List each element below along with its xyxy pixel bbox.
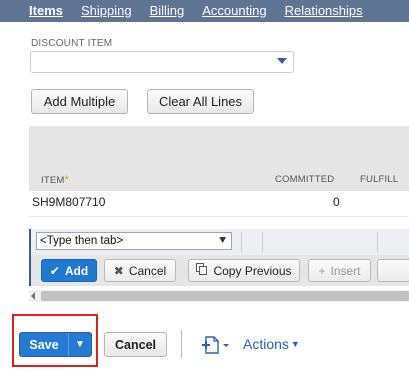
save-dropdown-caret-icon[interactable]: ▼ <box>69 333 91 356</box>
item-entry-select[interactable]: <Type then tab> ⯆ <box>36 232 232 250</box>
edit-row-divider <box>241 232 242 252</box>
cancel-line-button[interactable]: ✖ Cancel <box>104 259 176 282</box>
copy-icon <box>196 263 208 278</box>
chevron-down-icon: ▼ <box>290 339 300 349</box>
insert-line-button[interactable]: + Insert <box>308 259 371 282</box>
add-line-label: Add <box>64 263 89 278</box>
subtab-bar: Items Shipping Billing Accounting Relati… <box>0 0 409 22</box>
close-icon: ✖ <box>113 263 124 278</box>
cell-item[interactable]: SH9M807710 <box>32 195 105 209</box>
add-multiple-button[interactable]: Add Multiple <box>31 89 128 114</box>
dropdown-caret-icon[interactable] <box>277 58 287 64</box>
column-header-item-label: ITEM <box>41 175 65 186</box>
horizontal-scrollbar[interactable] <box>29 290 409 302</box>
double-chevron-down-icon[interactable]: ⯆ <box>218 234 227 248</box>
discount-item-label: DISCOUNT ITEM <box>31 38 113 49</box>
new-record-button[interactable] <box>200 335 232 355</box>
insert-line-label: Insert <box>330 263 361 278</box>
checkmark-icon: ✔ <box>49 263 60 278</box>
table-row[interactable]: SH9M807710 0 <box>29 191 409 217</box>
edit-row-divider <box>377 232 378 252</box>
clear-all-lines-button[interactable]: Clear All Lines <box>147 89 254 114</box>
tab-billing[interactable]: Billing <box>150 0 185 22</box>
actions-menu[interactable]: Actions ▼ <box>243 336 300 352</box>
save-button[interactable]: Save ▼ <box>19 332 92 357</box>
column-header-committed[interactable]: COMMITTED <box>275 174 334 185</box>
tab-items[interactable]: Items <box>29 0 63 22</box>
scrollbar-thumb[interactable] <box>41 291 409 301</box>
column-header-item[interactable]: ITEM* <box>41 174 69 186</box>
tab-accounting[interactable]: Accounting <box>202 0 266 22</box>
column-header-fulfilled[interactable]: FULFILL <box>360 174 398 185</box>
more-actions-button[interactable] <box>377 259 409 282</box>
sublist-header: ITEM* COMMITTED FULFILL <box>29 126 409 191</box>
tab-relationships[interactable]: Relationships <box>285 0 363 22</box>
add-line-button[interactable]: ✔ Add <box>41 259 97 282</box>
cell-committed: 0 <box>333 195 340 209</box>
tab-shipping[interactable]: Shipping <box>81 0 132 22</box>
copy-previous-button[interactable]: Copy Previous <box>188 259 300 282</box>
actions-label: Actions <box>243 336 289 352</box>
sublist-edit-row: <Type then tab> ⯆ <box>29 229 409 255</box>
edit-row-divider <box>262 232 263 252</box>
required-star-icon: * <box>64 174 69 186</box>
sublist-action-bar: ✔ Add ✖ Cancel Copy Previous + Insert <box>29 255 409 286</box>
save-label: Save <box>29 337 59 352</box>
plus-icon: + <box>318 263 326 278</box>
item-entry-placeholder: <Type then tab> <box>40 235 124 247</box>
scroll-left-arrow-icon[interactable] <box>31 292 35 300</box>
footer-divider <box>181 330 182 358</box>
discount-item-select[interactable] <box>30 51 294 73</box>
copy-previous-label: Copy Previous <box>213 263 292 278</box>
cancel-line-label: Cancel <box>128 263 167 278</box>
new-document-icon <box>202 336 229 354</box>
cancel-button[interactable]: Cancel <box>104 332 167 357</box>
